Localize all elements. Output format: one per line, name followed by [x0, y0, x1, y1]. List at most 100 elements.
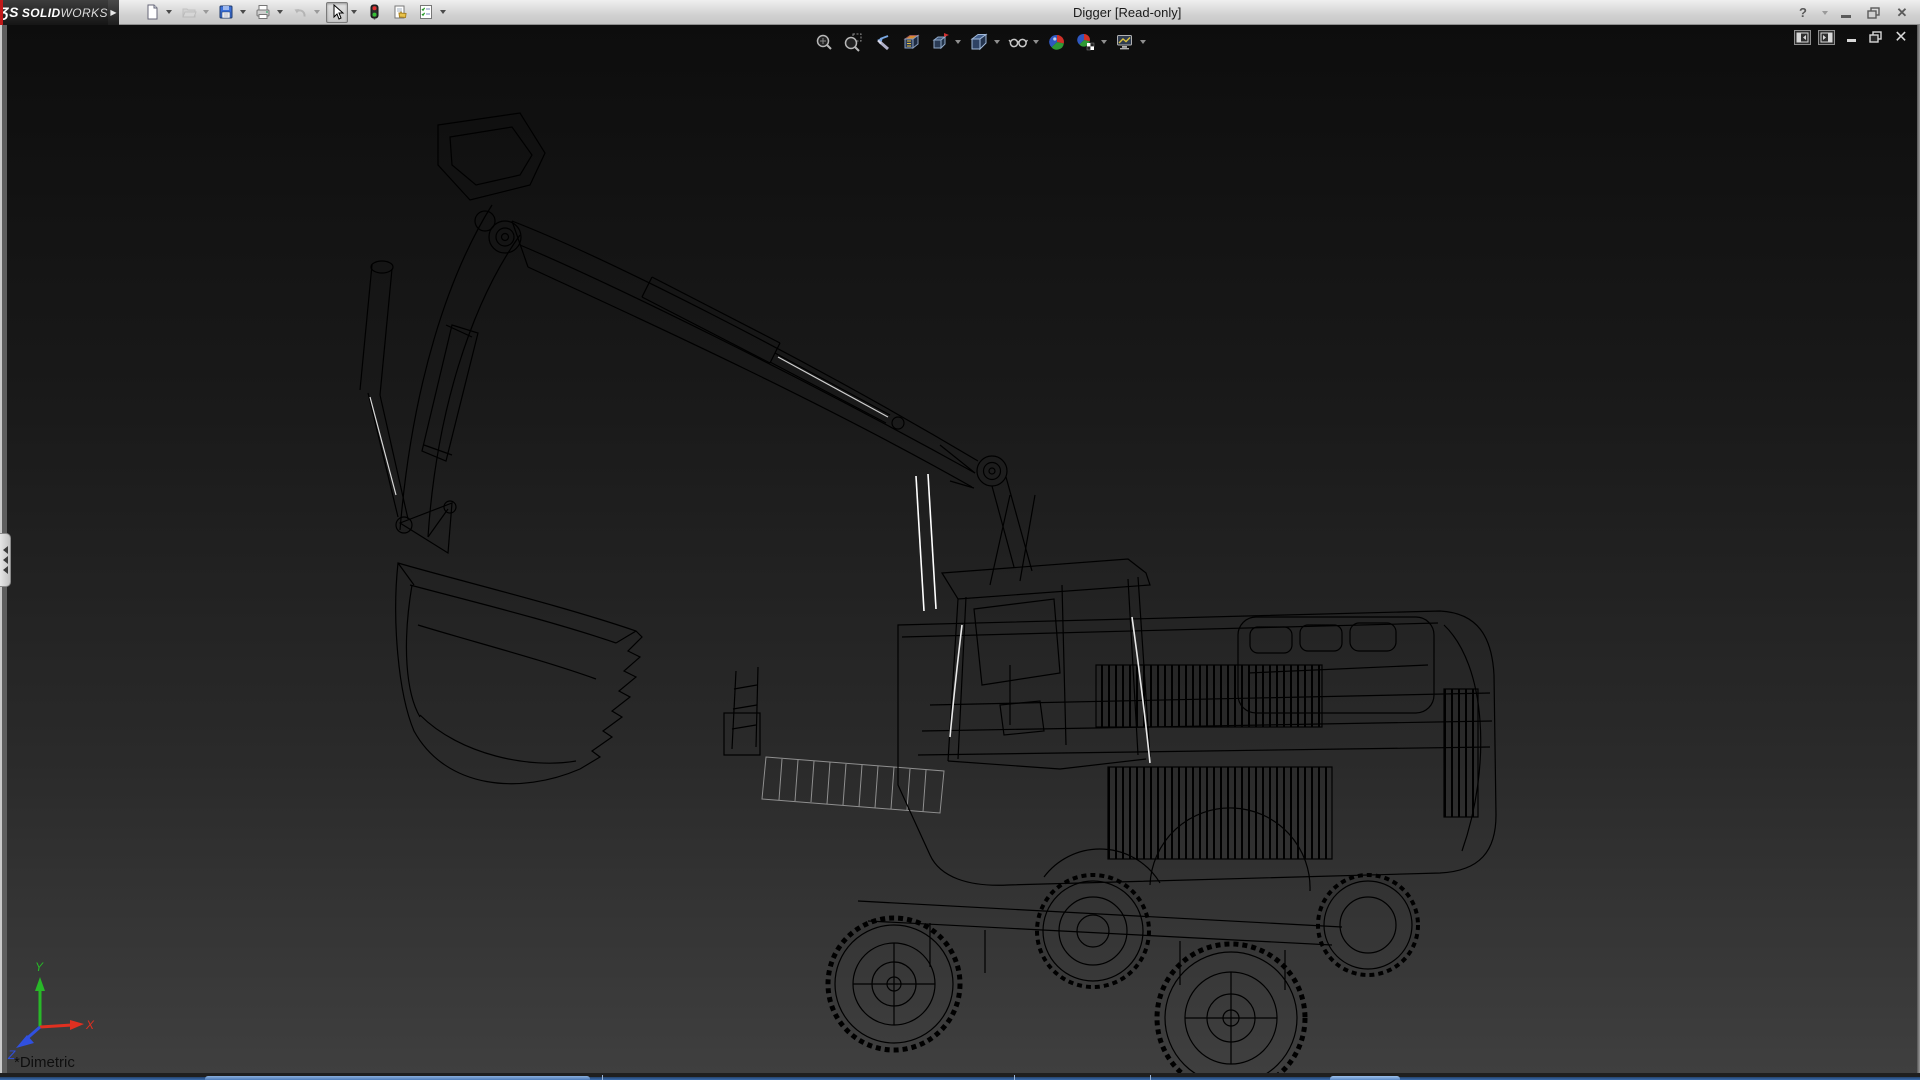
previous-view-button[interactable]	[871, 31, 893, 53]
expand-pane-icon	[1820, 32, 1833, 43]
doc-restore-button[interactable]	[1867, 29, 1885, 45]
view-settings-dropdown[interactable]	[1140, 40, 1146, 44]
graphics-viewport[interactable]: ✕ Y X Z *Dimetric	[0, 25, 1920, 1073]
options-button[interactable]	[415, 2, 437, 23]
triad-x-label: X	[85, 1018, 95, 1032]
restore-button[interactable]	[1862, 3, 1886, 23]
zoom-to-fit-icon	[814, 32, 834, 52]
open-button[interactable]	[178, 2, 200, 23]
pane-tab-arrow-icon	[3, 566, 8, 574]
file-properties-icon	[392, 4, 408, 20]
model-wireframe-digger[interactable]	[0, 25, 1920, 1073]
options-dropdown[interactable]	[437, 2, 448, 23]
new-dropdown[interactable]	[163, 2, 174, 23]
display-style-dropdown[interactable]	[994, 40, 1000, 44]
arm	[400, 205, 520, 537]
taskbar-separator	[1150, 1075, 1151, 1080]
hide-show-items-button[interactable]	[1007, 31, 1029, 53]
save-dropdown[interactable]	[237, 2, 248, 23]
wheel-front-left	[828, 918, 960, 1050]
minimize-icon	[1841, 15, 1851, 18]
view-settings-button[interactable]	[1114, 31, 1136, 53]
document-window-controls: ✕	[1794, 29, 1910, 45]
title-bar: ƷSSOLIDWORKS ▶	[0, 0, 1920, 25]
help-button[interactable]: ?	[1791, 3, 1815, 23]
close-button[interactable]: ✕	[1890, 3, 1914, 23]
doc-minimize-button[interactable]	[1842, 29, 1860, 45]
edit-appearance-button[interactable]	[1046, 31, 1068, 53]
hide-show-items-dropdown[interactable]	[1033, 40, 1039, 44]
boom-cylinder	[642, 277, 904, 429]
solidworks-logo: ƷSSOLIDWORKS	[0, 0, 108, 25]
print-dropdown[interactable]	[274, 2, 285, 23]
collapse-pane-button[interactable]	[1794, 30, 1811, 45]
taskbar-sliver[interactable]	[0, 1073, 1920, 1080]
save-floppy-icon	[218, 4, 234, 20]
pane-tab-arrow-icon	[3, 556, 8, 564]
apply-scene-dropdown[interactable]	[1101, 40, 1107, 44]
display-style-icon	[969, 32, 989, 52]
taskbar-separator	[602, 1075, 603, 1080]
doc-minimize-icon	[1847, 39, 1856, 42]
view-settings-icon	[1115, 32, 1135, 52]
zoom-to-area-button[interactable]	[842, 31, 864, 53]
select-dropdown[interactable]	[348, 2, 359, 23]
undo-icon	[292, 4, 308, 20]
file-properties-button[interactable]	[389, 2, 411, 23]
headsup-view-toolbar	[813, 31, 1146, 53]
logo-accent-stripe	[0, 0, 3, 25]
boom	[512, 221, 1032, 571]
appearance-ball-icon	[1047, 32, 1067, 52]
main-toolbar	[119, 2, 448, 23]
minimize-button[interactable]	[1834, 3, 1858, 23]
traffic-light-icon	[366, 4, 382, 20]
help-dropdown[interactable]	[1819, 2, 1830, 23]
logo-brand-bold: SOLID	[22, 6, 61, 20]
wheel-rear-right	[1318, 875, 1418, 975]
taskbar-button-edge[interactable]	[1330, 1076, 1400, 1080]
doc-close-button[interactable]: ✕	[1892, 29, 1910, 45]
doc-restore-icon	[1869, 31, 1883, 43]
new-document-icon	[144, 4, 160, 20]
body-deck	[898, 611, 1496, 891]
open-folder-icon	[181, 4, 197, 20]
eyeglasses-icon	[1008, 32, 1028, 52]
section-view-button[interactable]	[900, 31, 922, 53]
new-button[interactable]	[141, 2, 163, 23]
save-button[interactable]	[215, 2, 237, 23]
collapse-pane-icon	[1796, 32, 1809, 43]
view-orientation-dropdown[interactable]	[955, 40, 961, 44]
boom-elbow	[438, 113, 545, 253]
rebuild-button[interactable]	[363, 2, 385, 23]
taskbar-separator	[1014, 1075, 1015, 1080]
view-orientation-button[interactable]	[929, 31, 951, 53]
select-button[interactable]	[326, 2, 348, 23]
bucket-linkage	[400, 501, 456, 553]
print-button[interactable]	[252, 2, 274, 23]
triad-y-label: Y	[35, 960, 44, 974]
menu-flyout-button[interactable]: ▶	[108, 0, 119, 25]
reference-triad: Y X Z	[6, 949, 106, 1059]
expand-pane-button[interactable]	[1818, 30, 1835, 45]
bucket	[396, 563, 642, 784]
display-style-button[interactable]	[968, 31, 990, 53]
apply-scene-icon	[1076, 32, 1096, 52]
zoom-to-fit-button[interactable]	[813, 31, 835, 53]
restore-icon	[1867, 7, 1881, 19]
step-grate	[762, 757, 944, 813]
feature-manager-pane-tab[interactable]	[0, 533, 11, 587]
section-view-icon	[901, 32, 921, 52]
taskbar-button-edge[interactable]	[205, 1076, 590, 1080]
wheel-front-right	[1157, 944, 1305, 1073]
undo-button[interactable]	[289, 2, 311, 23]
select-cursor-icon	[329, 4, 345, 20]
logo-brand-light: WORKS	[61, 6, 108, 20]
zoom-to-area-icon	[843, 32, 863, 52]
apply-scene-button[interactable]	[1075, 31, 1097, 53]
view-orientation-label: *Dimetric	[14, 1054, 75, 1071]
undo-dropdown[interactable]	[311, 2, 322, 23]
options-checklist-icon	[418, 4, 434, 20]
previous-view-icon	[872, 32, 892, 52]
print-icon	[255, 4, 271, 20]
open-dropdown[interactable]	[200, 2, 211, 23]
